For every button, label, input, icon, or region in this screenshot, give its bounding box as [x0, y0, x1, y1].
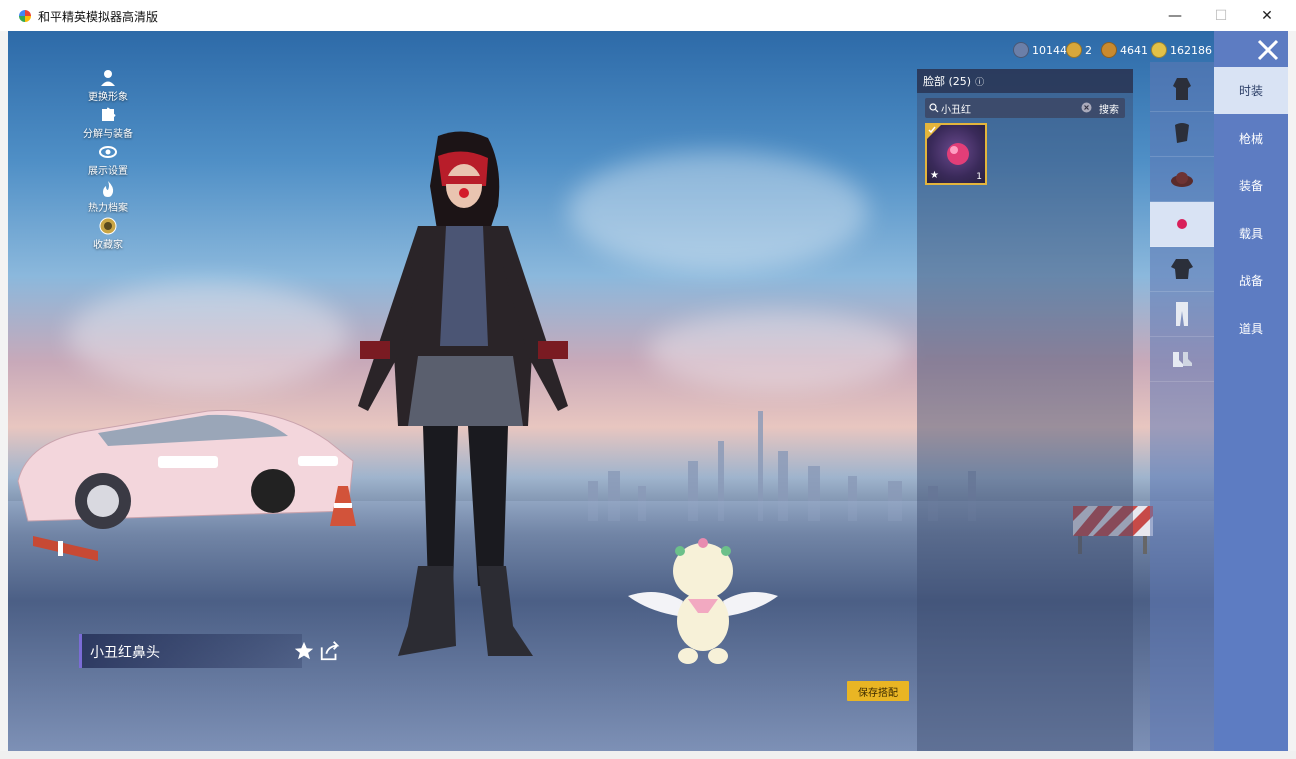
- medal-icon: [99, 217, 117, 235]
- currency-4: 162186: [1151, 42, 1212, 58]
- window-title: 和平精英模拟器高清版: [38, 10, 159, 24]
- item-category-title: 脸部 (25): [923, 75, 972, 88]
- subtab-pants[interactable]: [1150, 292, 1214, 337]
- menu-change-appearance[interactable]: 更换形象: [68, 69, 148, 103]
- item-panel-header: 脸部 (25) ⓘ: [917, 69, 1133, 93]
- item-count: 1: [976, 172, 982, 182]
- fallen-cone: [33, 536, 98, 561]
- clown-nose-item-icon: [947, 143, 969, 165]
- pants-icon: [1176, 302, 1188, 326]
- flame-icon: [103, 181, 114, 197]
- cloud: [568, 151, 868, 271]
- currency-coin-icon: [1013, 42, 1029, 58]
- menu-heat-profile[interactable]: 热力档案: [68, 180, 148, 214]
- currency-3: 4641: [1101, 42, 1148, 58]
- tab-equipment[interactable]: 装备: [1214, 162, 1288, 209]
- subtab-hat[interactable]: [1150, 157, 1214, 202]
- close-window-button[interactable]: ✕: [1244, 0, 1290, 31]
- eye-icon: [99, 146, 117, 158]
- hair-icon: [1175, 123, 1189, 143]
- search-input[interactable]: 小丑红 搜索: [925, 98, 1125, 118]
- shoes-icon: [1173, 352, 1192, 367]
- background-window-strip-bottom: [0, 751, 1296, 759]
- tab-weapons[interactable]: 枪械: [1214, 115, 1288, 162]
- favorite-star-icon: ★: [930, 170, 939, 181]
- item-card-clown-nose[interactable]: ★ 1: [925, 123, 987, 185]
- person-icon: [101, 70, 115, 86]
- pet-plush: [628, 538, 778, 664]
- hat-icon: [1171, 172, 1193, 187]
- currency-coin-icon: [1101, 42, 1117, 58]
- cloud: [68, 281, 348, 391]
- save-outfit-button[interactable]: 保存搭配: [847, 681, 909, 701]
- tab-fashion[interactable]: 时装: [1214, 67, 1288, 114]
- tab-items[interactable]: 道具: [1214, 305, 1288, 352]
- puzzle-icon: [102, 107, 116, 121]
- face-icon: [1177, 219, 1187, 229]
- minimize-button[interactable]: —: [1152, 0, 1198, 31]
- close-icon[interactable]: [1256, 38, 1280, 62]
- tab-combat-gear[interactable]: 战备: [1214, 257, 1288, 304]
- app-icon: [19, 10, 31, 22]
- currency-coin-icon: [1066, 42, 1082, 58]
- currency-2: 2: [1066, 42, 1092, 58]
- top-icon: [1171, 259, 1193, 279]
- clear-search-icon[interactable]: [1081, 102, 1092, 113]
- maximize-button[interactable]: ☐: [1198, 0, 1244, 31]
- menu-display-settings[interactable]: 展示设置: [68, 143, 148, 177]
- outfit-icon: [1173, 78, 1191, 100]
- background-window-strip: [0, 31, 8, 759]
- cloud: [648, 311, 908, 391]
- selected-item-name: 小丑红鼻头: [90, 645, 160, 661]
- search-value: 小丑红: [941, 105, 971, 116]
- player-character: [358, 131, 568, 656]
- subtab-outfit[interactable]: [1150, 67, 1214, 112]
- subtab-hair[interactable]: [1150, 112, 1214, 157]
- subtab-face[interactable]: [1150, 202, 1214, 247]
- search-icon: [929, 103, 939, 113]
- game-viewport[interactable]: 更换形象 分解与装备 展示设置 热力档案 收藏家 10144 2 4641 16…: [8, 31, 1288, 751]
- window-titlebar: 和平精英模拟器高清版 — ☐ ✕: [0, 0, 1296, 31]
- background-window-strip-right: [1288, 31, 1296, 759]
- subtab-top[interactable]: [1150, 247, 1214, 292]
- clown-nose: [459, 188, 469, 198]
- tab-vehicles[interactable]: 载具: [1214, 210, 1288, 257]
- menu-decompose-equip[interactable]: 分解与装备: [68, 106, 148, 140]
- menu-collector[interactable]: 收藏家: [68, 217, 148, 251]
- search-button[interactable]: 搜索: [1099, 101, 1119, 116]
- equipped-check-icon: [927, 125, 941, 139]
- star-icon[interactable]: [293, 640, 315, 662]
- selected-item-plate: 小丑红鼻头: [79, 634, 302, 668]
- share-icon[interactable]: [319, 640, 341, 662]
- subtab-shoes[interactable]: [1150, 337, 1214, 382]
- info-icon[interactable]: ⓘ: [975, 75, 984, 88]
- currency-1: 10144: [1013, 42, 1067, 58]
- currency-coin-icon: [1151, 42, 1167, 58]
